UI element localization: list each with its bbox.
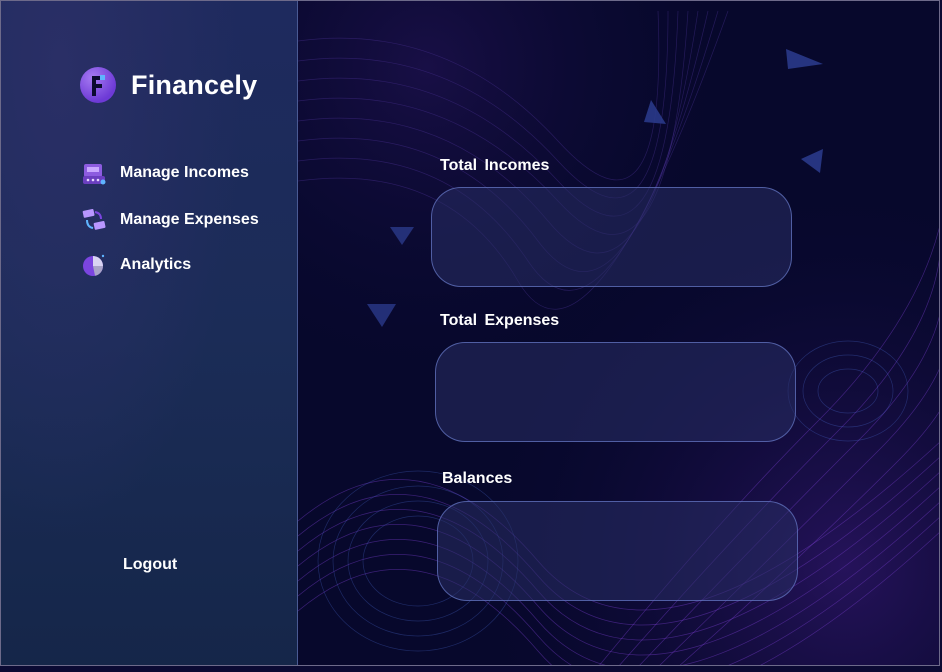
sidebar-item-label: Manage Expenses <box>120 211 259 228</box>
sidebar-item-manage-expenses[interactable]: Manage Expenses <box>81 207 259 233</box>
sidebar-item-label: Analytics <box>120 256 192 273</box>
app-name: Financely <box>131 69 258 100</box>
money-exchange-icon <box>82 209 106 230</box>
total-incomes-card <box>431 187 792 287</box>
sidebar-item-label: Manage Incomes <box>120 164 249 181</box>
balances-card <box>437 501 798 601</box>
logout-button[interactable]: Logout <box>123 556 177 574</box>
cash-register-icon <box>83 164 106 185</box>
pie-chart-icon <box>83 254 105 276</box>
brand-f-icon <box>80 67 116 103</box>
total-expenses-card <box>435 342 796 442</box>
total-incomes-heading: Total Incomes <box>440 157 550 174</box>
sidebar-item-manage-incomes[interactable]: Manage Incomes <box>81 160 249 186</box>
sidebar: Financely Manage Incomes Manage Expenses… <box>1 1 298 665</box>
balances-heading: Balances <box>442 470 513 487</box>
brand-logo[interactable]: Financely <box>80 67 257 103</box>
app-window: Financely Manage Incomes Manage Expenses… <box>0 0 940 666</box>
sidebar-item-analytics[interactable]: Analytics <box>81 252 191 278</box>
total-expenses-heading: Total Expenses <box>440 312 560 329</box>
